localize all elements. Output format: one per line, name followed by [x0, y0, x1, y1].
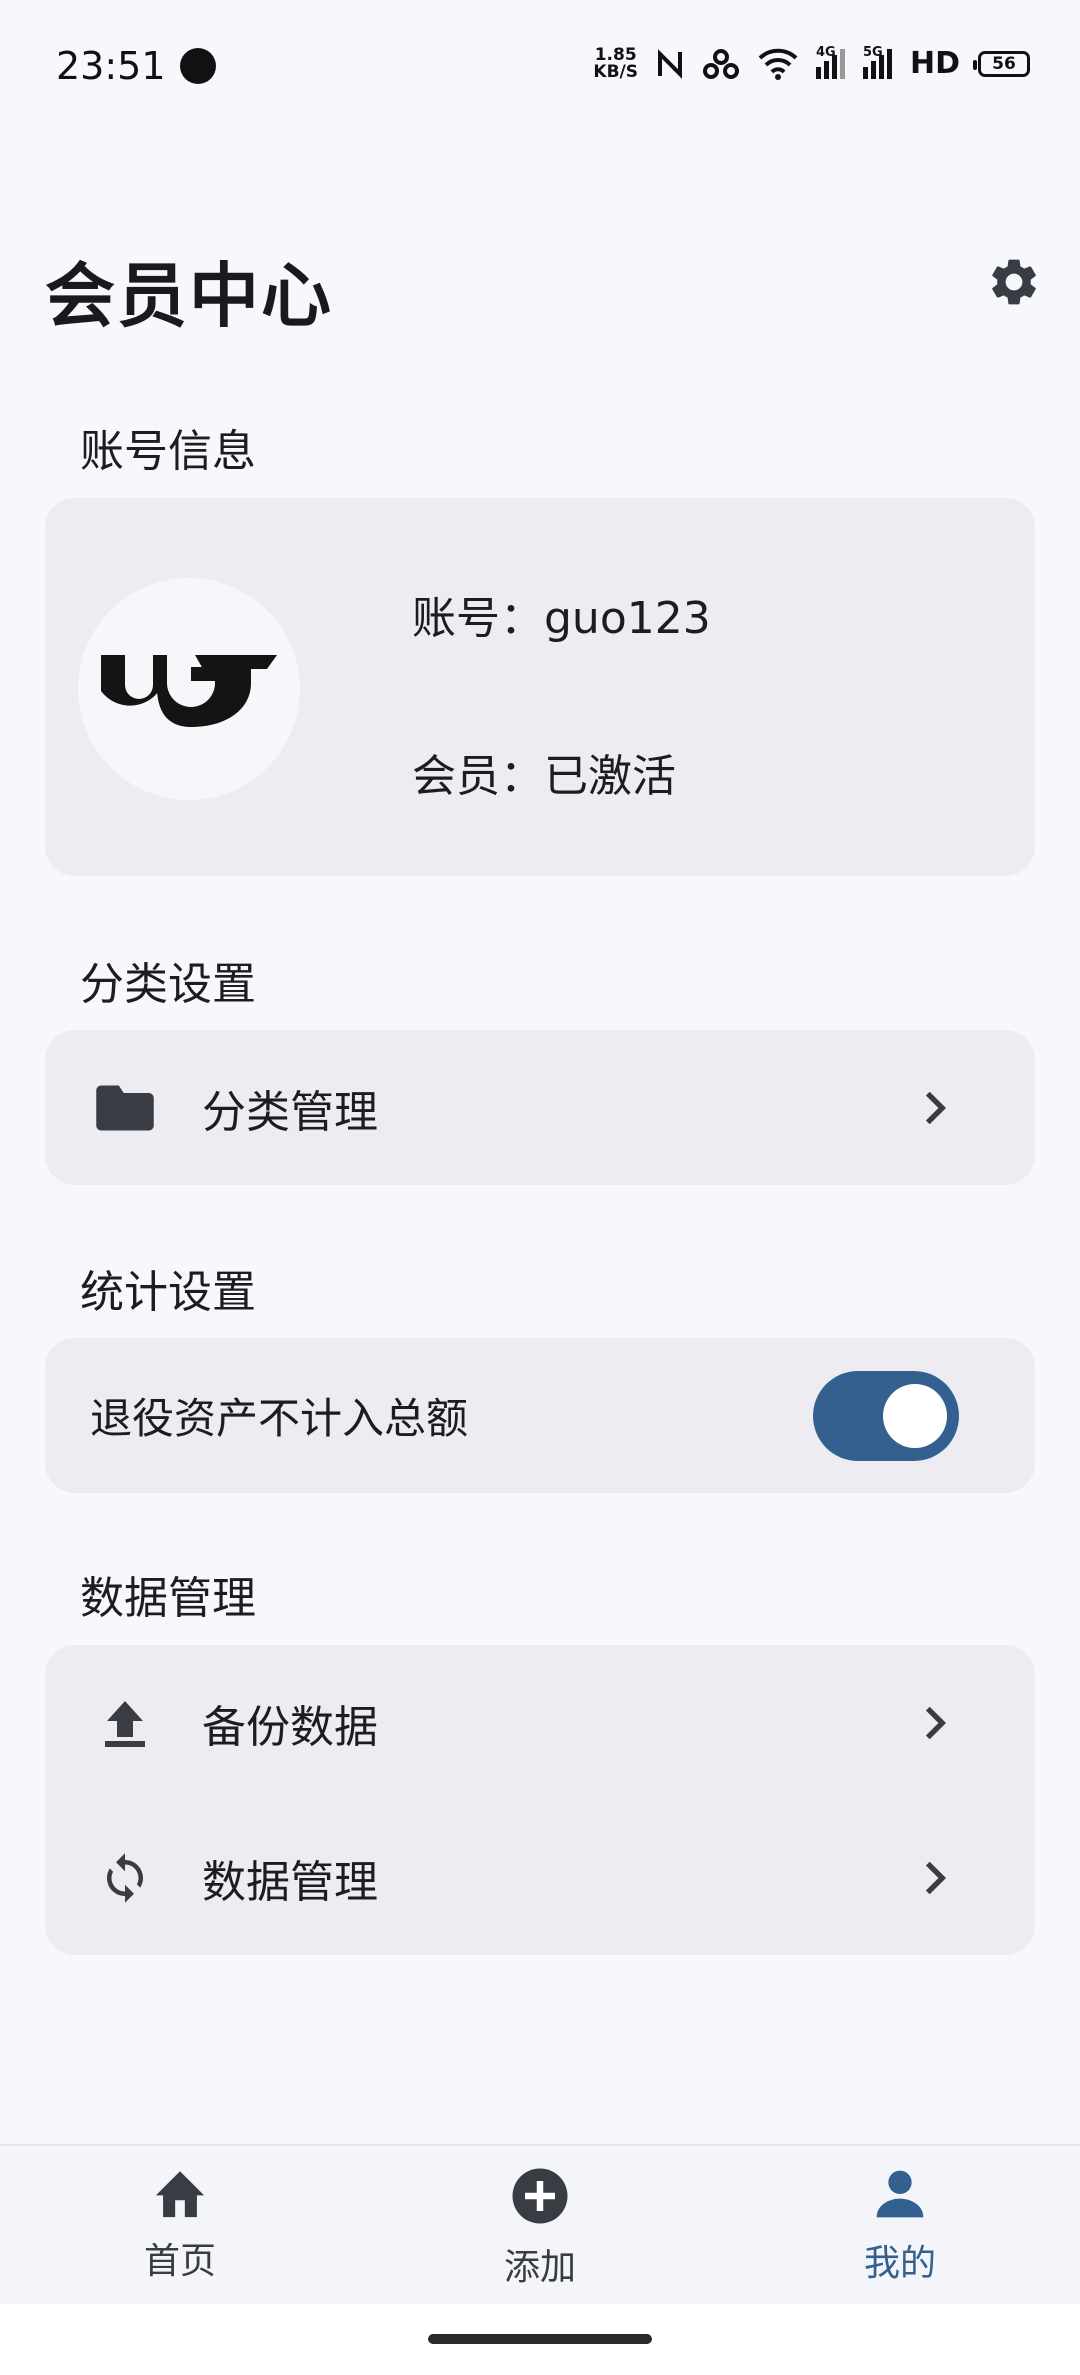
- add-circle-icon: [512, 2168, 568, 2224]
- avatar: [78, 578, 300, 800]
- settings-button[interactable]: [980, 248, 1048, 316]
- section-title-data: 数据管理: [80, 1573, 256, 1624]
- hd-indicator: HD: [909, 46, 960, 81]
- backup-data-label: 备份数据: [202, 1701, 378, 1753]
- person-icon: [876, 2170, 924, 2218]
- signal-4g-icon: 4G: [815, 45, 845, 79]
- nav-label-home: 首页: [143, 2241, 216, 2282]
- bottom-navigation: 首页 添加 我的: [0, 2144, 1080, 2304]
- backup-data-row[interactable]: 备份数据: [45, 1645, 1035, 1800]
- nav-label-mine: 我的: [863, 2243, 936, 2284]
- link-icon: [702, 48, 739, 79]
- chevron-right-icon: [915, 1088, 955, 1128]
- sync-icon: [93, 1846, 157, 1910]
- status-time: 23:51: [56, 44, 166, 88]
- section-title-stats: 统计设置: [80, 1267, 256, 1318]
- page-title: 会员中心: [45, 255, 333, 337]
- data-manage-row[interactable]: 数据管理: [45, 1800, 1035, 1955]
- net-speed: 1.85 KB/S: [593, 44, 638, 82]
- signal-5g-icon: 5G: [862, 45, 892, 79]
- nfc-icon: [657, 48, 682, 79]
- chevron-right-icon: [915, 1703, 955, 1743]
- section-title-category: 分类设置: [80, 959, 256, 1010]
- retired-asset-toggle-label: 退役资产不计入总额: [90, 1394, 469, 1443]
- brand-logo: [101, 655, 277, 727]
- notification-dot-icon: [180, 48, 216, 84]
- folder-icon: [93, 1076, 157, 1140]
- status-icons: 1.85 KB/S 4G 5G HD 56: [593, 44, 1030, 82]
- nav-label-add: 添加: [503, 2247, 576, 2288]
- retired-asset-toggle[interactable]: [813, 1370, 959, 1461]
- member-status-text: 会员：已激活: [412, 751, 676, 802]
- nav-item-home[interactable]: 首页: [80, 2166, 280, 2284]
- nav-item-mine[interactable]: 我的: [800, 2166, 1000, 2286]
- gear-icon: [992, 259, 1036, 305]
- category-manage-label: 分类管理: [202, 1086, 378, 1138]
- toggle-knob: [883, 1383, 947, 1448]
- home-indicator[interactable]: [428, 2334, 652, 2344]
- account-id-text: 账号：guo123: [412, 593, 711, 644]
- retired-asset-setting-row: 退役资产不计入总额: [45, 1338, 1035, 1493]
- data-manage-label: 数据管理: [202, 1856, 378, 1908]
- nav-item-add[interactable]: 添加: [440, 2166, 640, 2290]
- battery-icon: 56: [973, 50, 1030, 77]
- home-icon: [155, 2171, 205, 2218]
- category-manage-row[interactable]: 分类管理: [45, 1030, 1035, 1185]
- wifi-icon: [758, 48, 798, 80]
- upload-icon: [93, 1691, 157, 1755]
- section-title-account: 账号信息: [80, 426, 256, 477]
- chevron-right-icon: [915, 1858, 955, 1898]
